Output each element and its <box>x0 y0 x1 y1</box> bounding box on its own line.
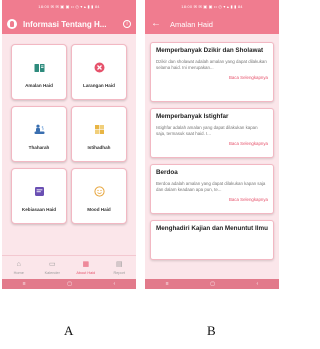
post-title: Berdoa <box>156 169 178 176</box>
system-nav-bar: ≡ ▢ ‹ <box>145 279 279 289</box>
nav-label: Report <box>113 270 125 275</box>
post-card-dzikir[interactable]: Memperbanyak Dzikir dan Sholawat Dzikir … <box>150 42 274 102</box>
menu-card-label: Larangan Haid <box>83 83 115 88</box>
nav-item-home[interactable]: ⌂ Home <box>4 261 34 275</box>
post-title: Memperbanyak Istighfar <box>156 113 229 120</box>
post-card-berdoa[interactable]: Berdoa Berdoa adalah amalan yang dapat d… <box>150 164 274 214</box>
back-icon[interactable]: ‹ <box>257 281 259 287</box>
system-nav-bar: ≡ ▢ ‹ <box>2 279 136 289</box>
cancel-icon <box>94 62 105 73</box>
recents-icon[interactable]: ≡ <box>23 281 26 287</box>
caption-b: B <box>207 323 216 338</box>
app-logo-icon <box>7 19 17 29</box>
menu-card-label: Kebiasaan Haid <box>21 207 57 212</box>
status-bar: 18:00 ✉ ✉ ▣ ▣ •• ◴ ▾ ▴ ▮ ▮ 84 <box>145 0 279 14</box>
nav-item-kalender[interactable]: ▭ Kalender <box>37 261 67 275</box>
status-bar: 18:00 ✉ ✉ ▣ ▣ •• ◴ ▾ ▴ ▮ ▮ 84 <box>2 0 136 14</box>
screen-b: 18:00 ✉ ✉ ▣ ▣ •• ◴ ▾ ▴ ▮ ▮ 84 ← Amalan H… <box>145 0 279 289</box>
menu-card-larangan-haid[interactable]: Larangan Haid <box>71 44 127 100</box>
page-title: Informasi Tentang H... <box>23 19 107 29</box>
calendar-icon: ▦ <box>82 260 90 268</box>
home-button-icon[interactable]: ▢ <box>67 281 72 287</box>
puzzle-icon <box>94 124 105 135</box>
read-more-link[interactable]: Baca Selengkapnya <box>156 197 268 202</box>
nav-label: Home <box>13 270 24 275</box>
nav-item-about-haid[interactable]: ▦ About Haid <box>71 261 101 275</box>
nav-label: About Haid <box>76 270 96 275</box>
menu-card-label: Mood Haid <box>87 207 111 212</box>
read-more-link[interactable]: Baca Selengkapnya <box>156 75 268 80</box>
post-description: Dzikir dan sholawat adalah amalan yang d… <box>156 59 267 70</box>
post-card-kajian[interactable]: Menghadiri Kajian dan Menuntut Ilmu <box>150 220 274 260</box>
menu-card-label: Amalan Haid <box>25 83 53 88</box>
menu-card-label: Thaharah <box>28 145 50 150</box>
calendar-icon: ▭ <box>48 260 56 268</box>
home-button-icon[interactable]: ▢ <box>210 281 215 287</box>
menu-card-label: Istihadhah <box>87 145 111 150</box>
smile-icon <box>93 186 105 197</box>
screen-a: 18:00 ✉ ✉ ▣ ▣ •• ◴ ▾ ▴ ▮ ▮ 84 Informasi … <box>2 0 136 289</box>
menu-card-kebiasaan-haid[interactable]: Kebiasaan Haid <box>11 168 67 224</box>
post-card-istighfar[interactable]: Memperbanyak Istighfar Istighfar adalah … <box>150 108 274 158</box>
back-arrow-icon[interactable]: ← <box>151 18 161 30</box>
info-icon[interactable]: i <box>123 20 131 28</box>
page-title: Amalan Haid <box>170 19 213 29</box>
home-icon: ⌂ <box>16 260 21 268</box>
post-title: Menghadiri Kajian dan Menuntut Ilmu <box>156 225 268 232</box>
app-bar: Informasi Tentang H... i <box>2 14 136 34</box>
post-description: Istighfar adalah amalan yang dapat dilak… <box>156 125 258 136</box>
nav-item-report[interactable]: ▤ Report <box>104 261 134 275</box>
bottom-nav: ⌂ Home ▭ Kalender ▦ About Haid ▤ Report <box>2 255 136 279</box>
post-description: Berdoa adalah amalan yang dapat dilakuka… <box>156 181 266 192</box>
menu-card-thaharah[interactable]: Thaharah <box>11 106 67 162</box>
recents-icon[interactable]: ≡ <box>166 281 169 287</box>
nav-label: Kalender <box>44 270 60 275</box>
book-icon <box>34 62 45 73</box>
app-bar: ← Amalan Haid <box>145 14 279 34</box>
menu-card-istihadhah[interactable]: Istihadhah <box>71 106 127 162</box>
post-title: Memperbanyak Dzikir dan Sholawat <box>156 47 264 54</box>
note-icon <box>34 186 45 197</box>
bath-icon <box>34 124 45 135</box>
read-more-link[interactable]: Baca Selengkapnya <box>156 141 268 146</box>
report-icon: ▤ <box>115 260 123 268</box>
back-icon[interactable]: ‹ <box>114 281 116 287</box>
caption-a: A <box>64 323 74 338</box>
menu-card-mood-haid[interactable]: Mood Haid <box>71 168 127 224</box>
menu-card-amalan-haid[interactable]: Amalan Haid <box>11 44 67 100</box>
